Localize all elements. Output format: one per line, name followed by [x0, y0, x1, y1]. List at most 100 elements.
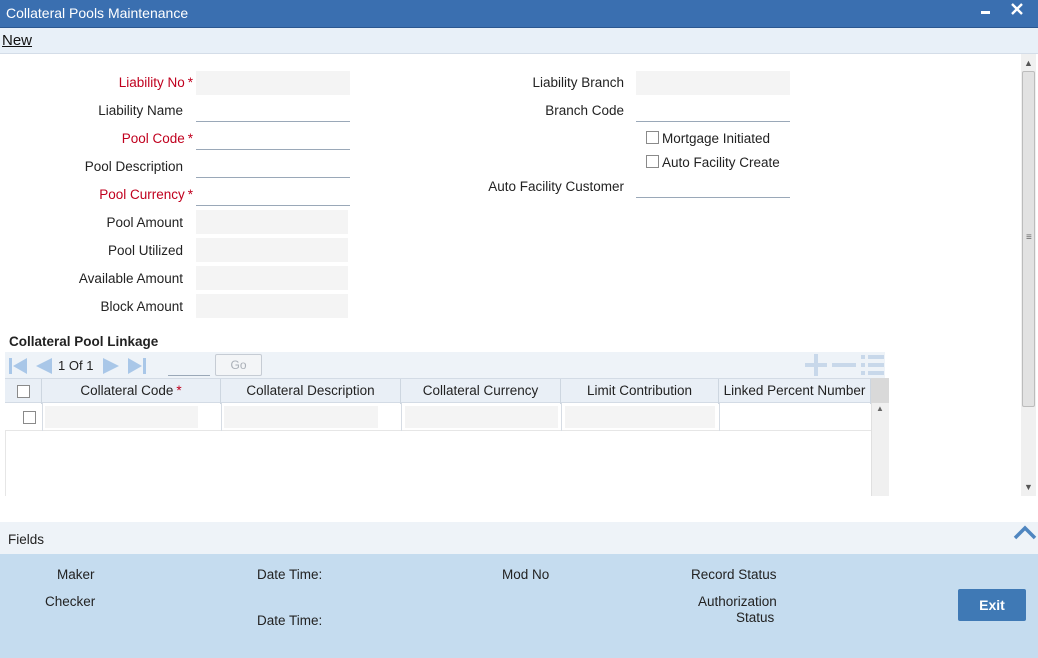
new-link[interactable]: New: [2, 32, 32, 49]
grid-vertical-scrollbar[interactable]: ▲: [871, 403, 889, 496]
scroll-up-arrow-icon[interactable]: ▲: [876, 404, 884, 413]
linked-percent-number-cell[interactable]: [723, 406, 868, 428]
mod-no-label: Mod No: [502, 567, 550, 582]
window-title-bar: Collateral Pools Maintenance: [0, 0, 1038, 28]
first-page-icon[interactable]: [7, 356, 29, 379]
page-indicator: 1 Of 1: [58, 358, 93, 373]
pool-amount-label: Pool Amount: [106, 215, 183, 230]
chevron-up-icon[interactable]: [1013, 525, 1037, 544]
column-header-collateral-currency[interactable]: Collateral Currency: [401, 379, 561, 404]
grid-empty-area: [5, 431, 871, 496]
pool-description-label: Pool Description: [84, 159, 183, 174]
scroll-down-arrow-icon[interactable]: ▼: [1021, 480, 1036, 494]
required-marker: *: [187, 75, 193, 90]
auto-facility-customer-field[interactable]: [636, 174, 790, 198]
liability-branch-field[interactable]: [636, 71, 790, 95]
go-button[interactable]: Go: [215, 354, 262, 376]
toolbar: New: [0, 28, 1038, 54]
pool-code-field[interactable]: [196, 126, 350, 150]
page-current: 1: [58, 358, 66, 373]
liability-name-label: Liability Name: [98, 103, 183, 118]
authorization-label: Authorization: [698, 594, 777, 609]
record-status-label: Record Status: [691, 567, 777, 582]
pool-code-label: Pool Code *: [60, 131, 193, 146]
pool-utilized-field[interactable]: [196, 238, 348, 262]
column-header-collateral-code[interactable]: Collateral Code *: [42, 379, 221, 404]
auto-facility-customer-label: Auto Facility Customer: [488, 179, 624, 194]
required-marker: *: [187, 187, 193, 202]
available-amount-label: Available Amount: [78, 271, 183, 286]
add-row-icon[interactable]: [803, 354, 829, 379]
table-row: [5, 403, 871, 431]
column-header-collateral-code-text: Collateral Code: [80, 383, 174, 398]
column-divider: [221, 403, 222, 431]
collateral-description-cell[interactable]: [224, 406, 378, 428]
pool-currency-label-text: Pool Currency: [99, 187, 185, 202]
pool-currency-label: Pool Currency *: [40, 187, 193, 202]
branch-code-field[interactable]: [636, 98, 790, 122]
required-marker: *: [176, 383, 182, 398]
liability-name-field[interactable]: [196, 98, 350, 122]
collateral-code-cell[interactable]: [45, 406, 198, 428]
last-page-icon[interactable]: [126, 356, 148, 379]
pool-code-label-text: Pool Code: [121, 131, 185, 146]
block-amount-field[interactable]: [196, 294, 348, 318]
close-icon[interactable]: [1008, 1, 1026, 21]
fields-label: Fields: [8, 532, 45, 547]
scrollbar-thumb[interactable]: ≡: [1022, 71, 1035, 407]
limit-contribution-cell[interactable]: [565, 406, 715, 428]
pool-currency-field[interactable]: [196, 182, 350, 206]
column-divider: [42, 403, 43, 431]
column-header-limit-contribution[interactable]: Limit Contribution: [561, 379, 719, 404]
single-view-icon[interactable]: [860, 354, 886, 379]
collateral-currency-cell[interactable]: [405, 406, 558, 428]
branch-code-label: Branch Code: [545, 103, 624, 118]
next-page-icon[interactable]: [101, 356, 123, 379]
collateral-linkage-grid: Collateral Code * Collateral Description …: [5, 378, 890, 496]
page-vertical-scrollbar[interactable]: ▲ ≡ ▼: [1021, 54, 1036, 496]
liability-no-field[interactable]: [196, 71, 350, 95]
column-header-linked-percent-number[interactable]: Linked Percent Number: [719, 379, 871, 404]
auto-facility-create-label: Auto Facility Create: [662, 155, 780, 170]
column-divider: [561, 403, 562, 431]
previous-page-icon[interactable]: [32, 356, 54, 379]
main-form: Liability No * Liability Name Pool Code * …: [0, 54, 1038, 522]
exit-button[interactable]: Exit: [958, 589, 1026, 621]
pool-description-field[interactable]: [196, 154, 350, 178]
fields-bar[interactable]: Fields: [0, 522, 1038, 554]
column-divider: [401, 403, 402, 431]
scroll-grip-icon: ≡: [1026, 232, 1032, 243]
page-number-input[interactable]: [168, 356, 210, 376]
audit-footer: Maker Checker Date Time: Date Time: Mod …: [0, 554, 1038, 658]
page-total: 1: [86, 358, 94, 373]
grid-pager: 1 Of 1 Go: [5, 352, 885, 378]
column-header-collateral-description[interactable]: Collateral Description: [221, 379, 401, 404]
page-of: Of: [68, 358, 83, 373]
grid-header: Collateral Code * Collateral Description …: [5, 378, 871, 404]
row-select-checkbox[interactable]: [23, 411, 36, 424]
available-amount-field[interactable]: [196, 266, 348, 290]
auto-facility-create-checkbox[interactable]: [646, 155, 659, 168]
mortgage-initiated-checkbox[interactable]: [646, 131, 659, 144]
column-divider: [719, 403, 720, 431]
authorization-status-label: Status: [736, 610, 775, 625]
select-all-cell: [5, 379, 42, 404]
pool-utilized-label: Pool Utilized: [107, 243, 183, 258]
pool-amount-field[interactable]: [196, 210, 348, 234]
window-title: Collateral Pools Maintenance: [6, 5, 189, 21]
block-amount-label: Block Amount: [100, 299, 183, 314]
checker-label: Checker: [45, 594, 96, 609]
liability-branch-label: Liability Branch: [532, 75, 624, 90]
liability-no-label-text: Liability No: [118, 75, 185, 90]
liability-no-label: Liability No *: [60, 75, 193, 90]
grid-scroll-header: [871, 378, 889, 403]
required-marker: *: [187, 131, 193, 146]
scroll-up-arrow-icon[interactable]: ▲: [1021, 56, 1036, 70]
maker-date-time-label: Date Time:: [257, 567, 323, 582]
collateral-pool-linkage-title: Collateral Pool Linkage: [9, 334, 159, 349]
select-all-checkbox[interactable]: [17, 385, 30, 398]
delete-row-icon[interactable]: [831, 354, 857, 379]
minimize-icon[interactable]: [978, 2, 994, 21]
mortgage-initiated-label: Mortgage Initiated: [662, 131, 771, 146]
checker-date-time-label: Date Time:: [257, 613, 323, 628]
